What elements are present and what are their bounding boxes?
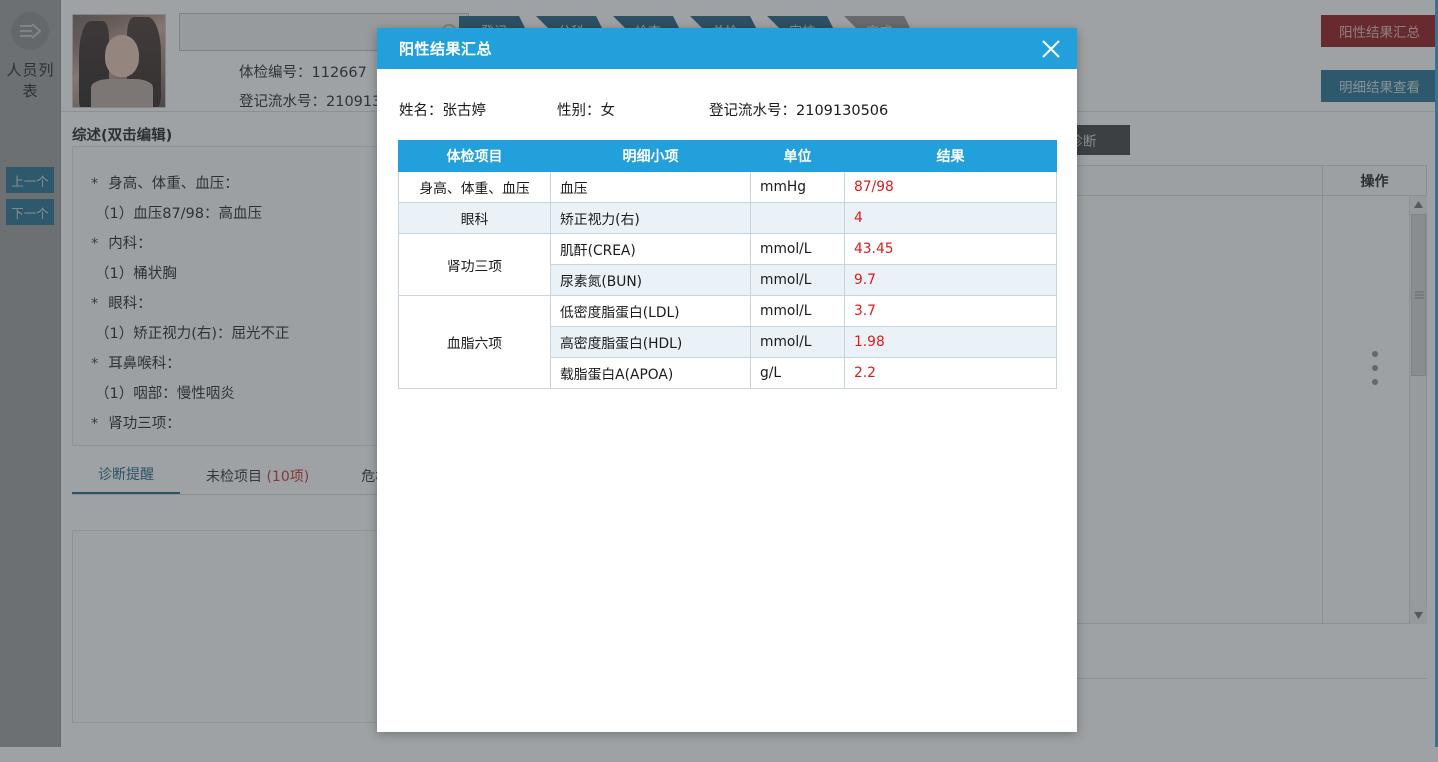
cell-unit: g/L [750,357,845,389]
cell-unit: mmol/L [750,326,845,358]
cell-item: 高密度脂蛋白(HDL) [550,326,751,358]
cell-result: 2.2 [844,357,1057,389]
application-window: 人员列表 上一个 下一个 [0,0,1438,762]
cell-result: 3.7 [844,295,1057,327]
col-header-group: 体检项目 [398,140,551,172]
cell-result: 9.7 [844,264,1057,296]
cell-group: 肾功三项 [398,233,551,296]
cell-unit [750,202,845,234]
table-row: 身高、体重、血压 血压 mmHg 87/98 [398,171,1057,203]
cell-result: 87/98 [844,171,1057,203]
table-row: 血脂六项 低密度脂蛋白(LDL) mmol/L 3.7 [398,295,1057,389]
cell-result: 43.45 [844,233,1057,265]
cell-item: 低密度脂蛋白(LDL) [550,295,751,327]
col-header-item: 明细小项 [550,140,751,172]
cell-item: 血压 [550,171,751,203]
modal-table-wrapper: 体检项目 明细小项 单位 结果 身高、体重、血压 血压 mmHg 87/98 眼科 矫正视… [377,120,1077,389]
cell-result: 1.98 [844,326,1057,358]
modal-title: 阳性结果汇总 [399,40,493,58]
cell-unit: mmol/L [750,264,845,296]
positive-results-modal: 阳性结果汇总 姓名：张古婷 性别：女 登记流水号：2109130506 体检项目… [377,28,1077,732]
cell-group: 眼科 [398,202,551,234]
cell-group: 身高、体重、血压 [398,171,551,203]
cell-item: 矫正视力(右) [550,202,751,234]
modal-header: 阳性结果汇总 [377,28,1077,69]
positive-results-table: 体检项目 明细小项 单位 结果 身高、体重、血压 血压 mmHg 87/98 眼科 矫正视… [398,140,1057,389]
cell-item: 载脂蛋白A(APOA) [550,357,751,389]
cell-unit: mmol/L [750,295,845,327]
table-header-row: 体检项目 明细小项 单位 结果 [398,140,1057,172]
cell-group: 血脂六项 [398,295,551,389]
table-row: 眼科 矫正视力(右) 4 [398,202,1057,234]
patient-serial: 登记流水号：2109130506 [709,103,889,119]
cell-unit: mmol/L [750,233,845,265]
table-row: 肾功三项 肌酐(CREA) mmol/L 43.45 [398,233,1057,296]
col-header-result: 结果 [844,140,1057,172]
cell-item: 肌酐(CREA) [550,233,751,265]
cell-unit: mmHg [750,171,845,203]
close-icon[interactable] [1025,28,1077,69]
patient-name: 姓名：张古婷 [399,103,486,119]
table-body: 身高、体重、血压 血压 mmHg 87/98 眼科 矫正视力(右) 4 肾功三项 肌酐(CREA… [398,171,1057,389]
cell-item: 尿素氮(BUN) [550,264,751,296]
patient-gender: 性别：女 [557,103,615,119]
cell-result: 4 [844,202,1057,234]
col-header-unit: 单位 [750,140,845,172]
modal-patient-meta: 姓名：张古婷 性别：女 登记流水号：2109130506 [377,69,1077,120]
